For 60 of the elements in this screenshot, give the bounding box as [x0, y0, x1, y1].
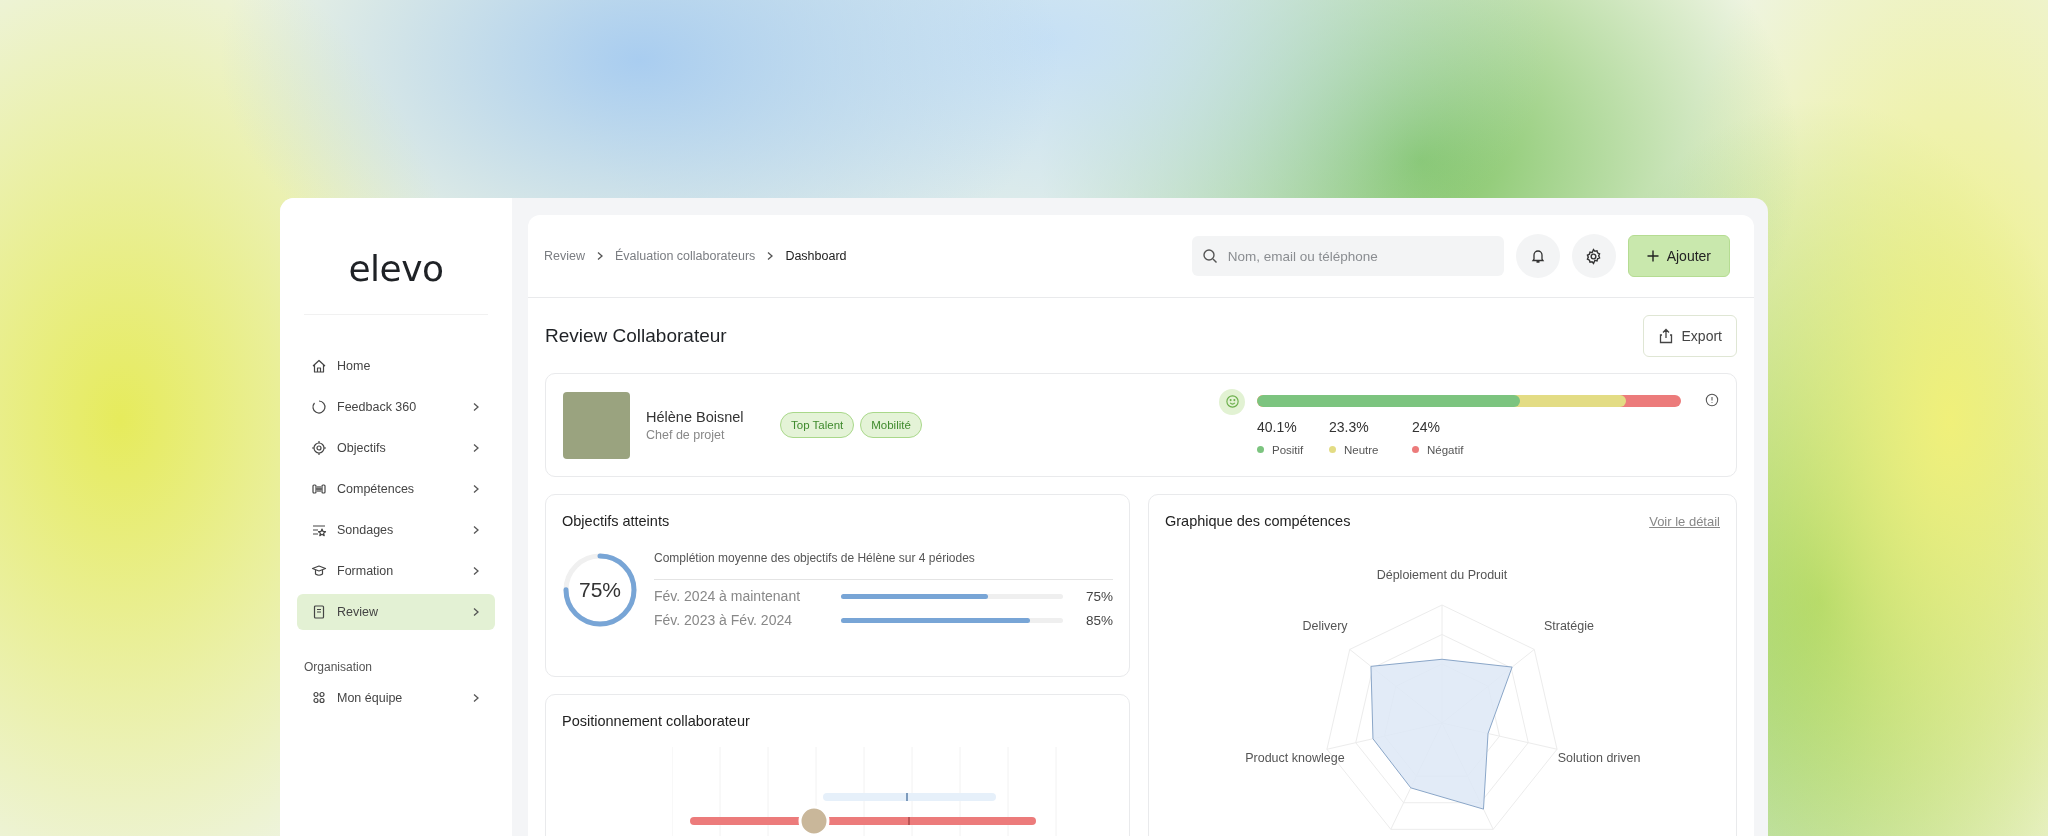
sentiment-value: 40.1%: [1257, 418, 1298, 435]
search-icon: [1201, 248, 1218, 264]
axis-label: Stratégie: [1543, 618, 1594, 633]
graduation-icon: [311, 563, 327, 579]
notifications-button[interactable]: [1515, 234, 1560, 278]
period-value: 75%: [1084, 588, 1113, 604]
employee-role: Chef de projet: [646, 427, 726, 442]
sentiment-value: 24%: [1412, 418, 1442, 435]
legend-item: Négatif: [1412, 443, 1464, 456]
export-button[interactable]: Export: [1642, 314, 1737, 357]
sidebar-item[interactable]: Objectifs: [297, 430, 495, 466]
sidebar-item[interactable]: Review: [297, 594, 495, 630]
search-field[interactable]: Nom, email ou téléphone: [1191, 236, 1504, 276]
period-value: 85%: [1084, 612, 1113, 628]
axis-label: Solution driven: [1557, 750, 1641, 765]
survey-icon: [311, 522, 327, 538]
breadcrumb-item[interactable]: Review: [544, 249, 585, 263]
tag: Mobilité: [860, 412, 922, 438]
share-icon: [1657, 327, 1674, 344]
card-title: Objectifs atteints: [562, 513, 671, 529]
axis-label: Product knowlege: [1245, 750, 1345, 765]
axis-label: Delivery: [1302, 618, 1348, 633]
sidebar-item[interactable]: Compétences: [297, 471, 495, 507]
sentiment-value: 23.3%: [1329, 418, 1370, 435]
tag: Top Talent: [780, 412, 855, 438]
bell-icon: [1529, 248, 1546, 264]
ring-value: 75%: [579, 577, 621, 602]
sidebar-item[interactable]: Formation: [297, 553, 495, 589]
team-icon: [311, 690, 327, 706]
breadcrumb-item[interactable]: Dashboard: [785, 249, 847, 263]
chevron-right-icon: [595, 251, 605, 261]
card-title: Positionnement collaborateur: [562, 713, 751, 729]
period-label: Fév. 2023 à Fév. 2024: [654, 612, 793, 628]
detail-link[interactable]: Voir le détail: [1649, 513, 1720, 529]
plus-icon: [1646, 250, 1659, 262]
employee-name: Hélène Boisnel: [646, 408, 745, 425]
description: Complétion moyenne des objectifs de Hélène sur 4 périodes: [654, 551, 1113, 580]
breadcrumb-item[interactable]: Évaluation collaborateurs: [615, 249, 756, 263]
sidebar-item[interactable]: Sondages: [297, 512, 495, 548]
page-title: Review Collaborateur: [545, 324, 727, 347]
sidebar-item[interactable]: Feedback 360: [297, 389, 495, 425]
target-icon: [311, 440, 327, 456]
sidebar-item[interactable]: Mon équipe: [297, 680, 495, 716]
info-icon: [1705, 392, 1719, 407]
section-title: Organisation: [303, 659, 374, 676]
legend-item: Positif: [1257, 443, 1329, 456]
card-title: Graphique des compétences: [1165, 513, 1351, 529]
sidebar-item[interactable]: Home: [297, 348, 495, 384]
home-icon: [311, 358, 327, 374]
settings-icon: [1585, 247, 1603, 265]
logo: elevo: [347, 247, 445, 291]
axis-label: Déploiement du Produit: [1376, 568, 1508, 582]
settings-button[interactable]: [1571, 234, 1616, 278]
period-label: Fév. 2024 à maintenant: [654, 588, 802, 604]
photo-placeholder: [563, 391, 630, 459]
document-icon: [311, 604, 327, 620]
legend-item: Neutre: [1329, 443, 1412, 456]
dumbbell-icon: [311, 481, 327, 497]
smiley-icon: [1219, 388, 1245, 415]
add-button[interactable]: Ajouter: [1627, 235, 1730, 277]
